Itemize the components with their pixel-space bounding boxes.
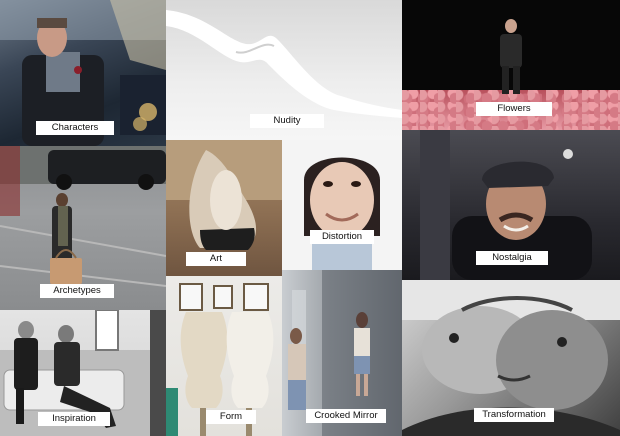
label-distortion: Distortion (310, 230, 374, 244)
label-flowers: Flowers (476, 102, 552, 116)
tile-characters: Characters (0, 0, 166, 146)
tile-nudity: Nudity (166, 0, 402, 140)
label-form: Form (206, 410, 256, 424)
tile-transformation: Transformation (402, 280, 620, 436)
label-art: Art (186, 252, 246, 266)
label-nudity: Nudity (250, 114, 324, 128)
tile-archetypes: Archetypes (0, 146, 166, 310)
label-inspiration: Inspiration (38, 412, 110, 426)
tile-art: Art (166, 140, 282, 276)
tile-inspiration: Inspiration (0, 310, 166, 436)
tile-crooked-mirror: Crooked Mirror (282, 270, 402, 436)
label-characters: Characters (36, 121, 114, 135)
tile-distortion: Distortion (282, 140, 402, 270)
label-crooked-mirror: Crooked Mirror (306, 409, 386, 423)
label-transformation: Transformation (474, 408, 554, 422)
mood-board-collage: Characters Nudity Flowers Archetypes Art… (0, 0, 620, 436)
tile-nostalgia: Nostalgia (402, 130, 620, 280)
label-archetypes: Archetypes (40, 284, 114, 298)
distortion-photo (304, 157, 380, 270)
tile-flowers: Flowers (402, 0, 620, 130)
label-nostalgia: Nostalgia (476, 251, 548, 265)
tile-form: Form (166, 276, 282, 436)
